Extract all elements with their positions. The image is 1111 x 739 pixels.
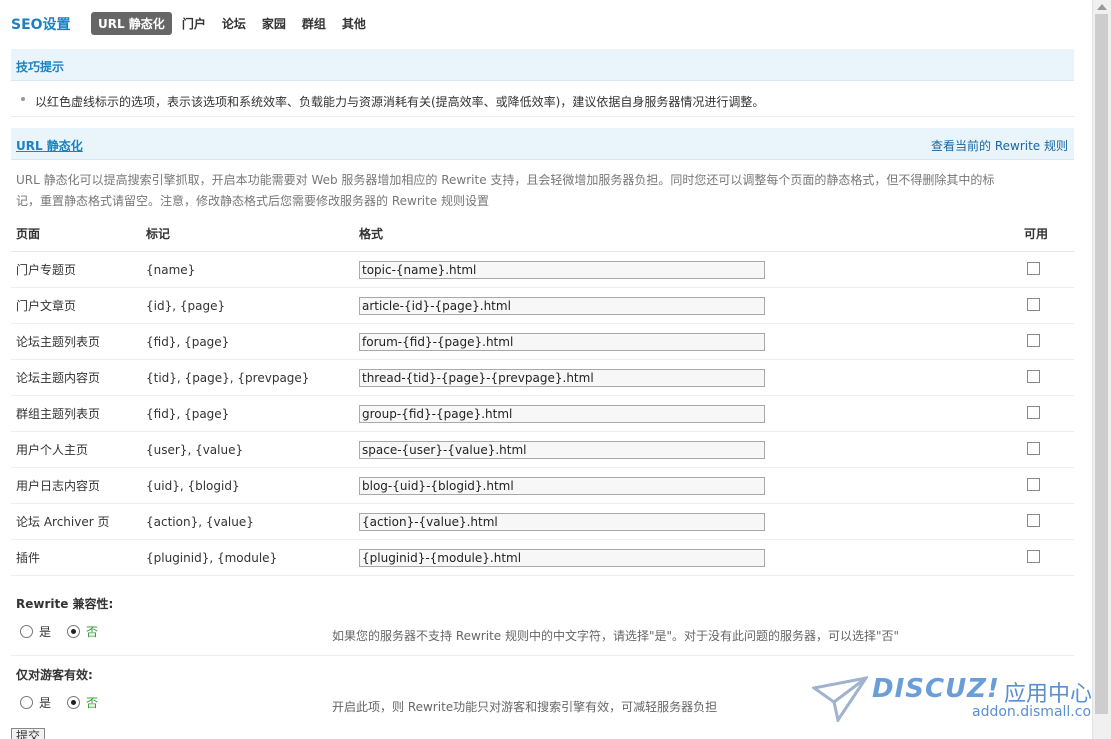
- rewrite-compat-no-radio[interactable]: [67, 625, 81, 638]
- view-rewrite-rules-link[interactable]: 查看当前的 Rewrite 规则: [931, 137, 1068, 154]
- tips-box: 以红色虚线标示的选项，表示该选项和系统效率、负载能力与资源消耗有关(提高效率、或…: [11, 84, 1074, 117]
- column-header-enabled: 可用: [1019, 215, 1074, 252]
- row-mark: {tid}, {page}, {prevpage}: [141, 359, 354, 396]
- enabled-checkbox[interactable]: [1027, 333, 1040, 347]
- enabled-checkbox[interactable]: [1027, 477, 1040, 491]
- table-row: 用户个人主页 {user}, {value}: [11, 431, 1074, 468]
- table-row: 门户专题页 {name}: [11, 251, 1074, 288]
- row-mark: {pluginid}, {module}: [141, 539, 354, 576]
- row-mark: {name}: [141, 251, 354, 288]
- row-mark: {uid}, {blogid}: [141, 467, 354, 504]
- table-row: 论坛 Archiver 页 {action}, {value}: [11, 503, 1074, 540]
- row-mark: {id}, {page}: [141, 287, 354, 324]
- table-row: 论坛主题列表页 {fid}, {page}: [11, 323, 1074, 360]
- rewrite-compat-no-label[interactable]: 否: [86, 623, 98, 640]
- row-page: 用户日志内容页: [11, 467, 141, 504]
- table-row: 群组主题列表页 {fid}, {page}: [11, 395, 1074, 432]
- guest-only-hint: 开启此项，则 Rewrite功能只对游客和搜索引擎有效，可减轻服务器负担: [332, 700, 718, 714]
- guest-only-no-label[interactable]: 否: [86, 694, 98, 711]
- table-row: 用户日志内容页 {uid}, {blogid}: [11, 467, 1074, 504]
- url-static-header: URL 静态化 查看当前的 Rewrite 规则: [11, 128, 1074, 160]
- rewrite-compat-label: Rewrite 兼容性:: [16, 597, 114, 611]
- format-input[interactable]: [359, 512, 765, 531]
- rewrite-compat-radios: 是 否: [20, 623, 114, 640]
- format-input[interactable]: [359, 440, 765, 459]
- url-format-table: 页面 标记 格式 可用 门户专题页 {name} 门户文章页 {id}, {pa…: [11, 215, 1074, 576]
- enabled-checkbox[interactable]: [1027, 261, 1040, 275]
- tab-home[interactable]: 家园: [256, 13, 292, 34]
- tab-url-static[interactable]: URL 静态化: [91, 12, 172, 35]
- format-input[interactable]: [359, 296, 765, 315]
- table-row: 论坛主题内容页 {tid}, {page}, {prevpage}: [11, 359, 1074, 396]
- enabled-checkbox[interactable]: [1027, 297, 1040, 311]
- column-header-mark: 标记: [141, 215, 354, 252]
- enabled-checkbox[interactable]: [1027, 549, 1040, 563]
- rewrite-compat-yes-label[interactable]: 是: [39, 623, 51, 640]
- enabled-checkbox[interactable]: [1027, 369, 1040, 383]
- table-row: 门户文章页 {id}, {page}: [11, 287, 1074, 324]
- row-page: 门户专题页: [11, 251, 141, 288]
- enabled-checkbox[interactable]: [1027, 513, 1040, 527]
- tab-group[interactable]: 群组: [296, 13, 332, 34]
- guest-only-yes-label[interactable]: 是: [39, 694, 51, 711]
- format-input[interactable]: [359, 476, 765, 495]
- guest-only-label: 仅对游客有效:: [16, 668, 93, 682]
- watermark-url: addon.dismall.com: [972, 704, 1093, 720]
- bullet-icon: [21, 97, 25, 101]
- enabled-checkbox[interactable]: [1027, 405, 1040, 419]
- row-page: 门户文章页: [11, 287, 141, 324]
- seo-tabs: URL 静态化 门户 论坛 家园 群组 其他: [91, 12, 376, 35]
- paper-plane-icon: [812, 676, 868, 722]
- column-header-format: 格式: [354, 215, 1019, 252]
- tab-other[interactable]: 其他: [336, 13, 372, 34]
- row-page: 群组主题列表页: [11, 395, 141, 432]
- guest-only-no-radio[interactable]: [67, 696, 81, 709]
- rewrite-compat-yes-radio[interactable]: [20, 625, 33, 638]
- top-navigation: SEO设置 URL 静态化 门户 论坛 家园 群组 其他: [0, 0, 1093, 46]
- tab-portal[interactable]: 门户: [176, 13, 212, 34]
- row-mark: {action}, {value}: [141, 503, 354, 540]
- column-header-page: 页面: [11, 215, 141, 252]
- guest-only-yes-radio[interactable]: [20, 696, 33, 709]
- row-page: 插件: [11, 539, 141, 576]
- format-input[interactable]: [359, 260, 765, 279]
- tab-forum[interactable]: 论坛: [216, 13, 252, 34]
- format-input[interactable]: [359, 332, 765, 351]
- row-page: 论坛主题列表页: [11, 323, 141, 360]
- row-page: 论坛主题内容页: [11, 359, 141, 396]
- url-static-heading: URL 静态化: [16, 139, 83, 153]
- guest-only-radios: 是 否: [20, 694, 114, 711]
- page-title: SEO设置: [11, 17, 71, 33]
- watermark: DISCUZ! 应用中心 addon.dismall.com: [812, 674, 1093, 724]
- enabled-checkbox[interactable]: [1027, 441, 1040, 455]
- seo-settings-page: SEO设置 URL 静态化 门户 论坛 家园 群组 其他 技巧提示 以红色虚线标…: [0, 0, 1093, 739]
- format-input[interactable]: [359, 368, 765, 387]
- tips-heading: 技巧提示: [16, 60, 65, 74]
- watermark-logo: DISCUZ!: [872, 674, 1000, 704]
- tips-header: 技巧提示: [11, 49, 1074, 81]
- submit-button[interactable]: 提交: [11, 728, 46, 739]
- divider: [11, 655, 1074, 656]
- row-mark: {user}, {value}: [141, 431, 354, 468]
- row-page: 用户个人主页: [11, 431, 141, 468]
- vertical-scrollbar[interactable]: [1092, 0, 1111, 739]
- scroll-up-icon[interactable]: [1097, 4, 1107, 10]
- row-mark: {fid}, {page}: [141, 323, 354, 360]
- format-input[interactable]: [359, 404, 765, 423]
- row-mark: {fid}, {page}: [141, 395, 354, 432]
- scroll-thumb[interactable]: [1095, 14, 1108, 714]
- row-page: 论坛 Archiver 页: [11, 503, 141, 540]
- table-row: 插件 {pluginid}, {module}: [11, 539, 1074, 576]
- table-header-row: 页面 标记 格式 可用: [11, 215, 1074, 252]
- rewrite-compat-hint: 如果您的服务器不支持 Rewrite 规则中的中文字符，请选择"是"。对于没有此…: [332, 629, 900, 643]
- format-input[interactable]: [359, 548, 765, 567]
- tips-text: 以红色虚线标示的选项，表示该选项和系统效率、负载能力与资源消耗有关(提高效率、或…: [35, 95, 765, 109]
- url-static-description: URL 静态化可以提高搜索引擎抓取，开启本功能需要对 Web 服务器增加相应的 …: [16, 173, 995, 208]
